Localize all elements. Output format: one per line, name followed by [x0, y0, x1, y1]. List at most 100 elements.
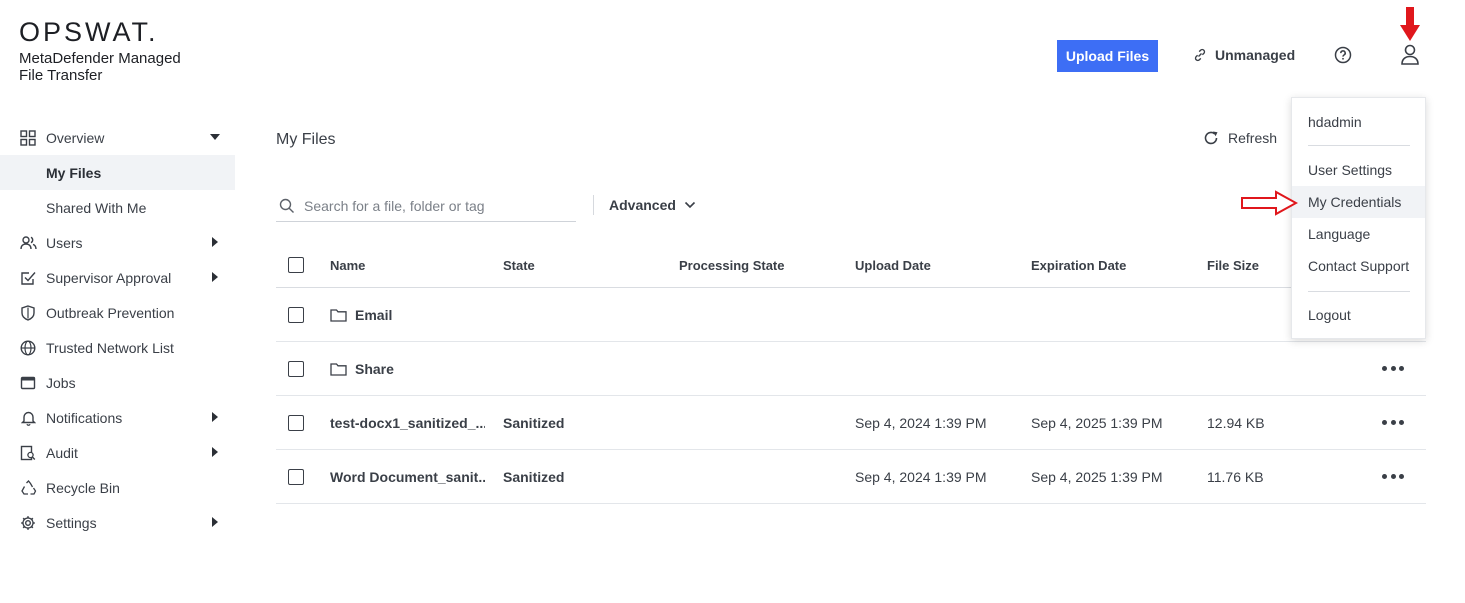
row-name-cell: Email [330, 288, 485, 341]
table-row[interactable]: test-docx1_sanitized_... Sanitized Sep 4… [276, 396, 1426, 450]
refresh-label: Refresh [1228, 130, 1278, 146]
annotation-arrow-down [1400, 7, 1420, 41]
grid-icon [19, 129, 37, 147]
menu-divider [1308, 291, 1410, 292]
brand: OPSWAT. MetaDefender Managed File Transf… [19, 18, 199, 84]
upload-files-button[interactable]: Upload Files [1057, 40, 1158, 72]
sidebar-item-label: My Files [46, 164, 102, 181]
row-file-size: 11.76 KB [1207, 468, 1264, 485]
sidebar-item-my-files[interactable]: My Files [0, 155, 235, 190]
sidebar-item-recycle-bin[interactable]: Recycle Bin [0, 470, 235, 505]
user-menu: hdadmin User Settings My Credentials Lan… [1291, 97, 1426, 339]
search-input[interactable] [304, 197, 564, 214]
user-icon[interactable] [1399, 43, 1421, 67]
sidebar-item-label: Audit [46, 444, 78, 461]
shield-icon [19, 304, 37, 322]
caret-right-icon [212, 272, 218, 282]
row-processing-state [679, 396, 849, 449]
menu-item-language[interactable]: Language [1292, 218, 1425, 250]
table-header: Name State Processing State Upload Date … [276, 243, 1426, 288]
row-checkbox[interactable] [288, 468, 304, 485]
row-actions-icon[interactable] [1382, 473, 1404, 480]
row-expiration-date: Sep 4, 2025 1:39 PM [1031, 468, 1163, 485]
globe-icon [19, 339, 37, 357]
gear-icon [19, 514, 37, 532]
help-circle-icon[interactable] [1334, 46, 1352, 64]
sidebar-item-users[interactable]: Users [0, 225, 235, 260]
checkbox-icon [19, 269, 37, 287]
sidebar-item-overview[interactable]: Overview [0, 120, 235, 155]
row-checkbox[interactable] [288, 360, 304, 377]
annotation-arrow-right [1241, 190, 1298, 216]
row-state: Sanitized [503, 468, 565, 485]
search-bar [276, 190, 576, 222]
folder-icon [330, 308, 347, 322]
column-header-name[interactable]: Name [330, 243, 485, 287]
sidebar-item-label: Users [46, 234, 83, 251]
chevron-down-icon [684, 201, 695, 209]
folder-icon [330, 362, 347, 376]
files-table: Name State Processing State Upload Date … [276, 243, 1426, 504]
column-header-file-size[interactable]: File Size [1207, 243, 1297, 287]
row-state: Sanitized [503, 414, 565, 431]
select-all-checkbox[interactable] [288, 257, 304, 273]
menu-item-logout[interactable]: Logout [1292, 299, 1425, 331]
sidebar-item-shared-with-me[interactable]: Shared With Me [0, 190, 235, 225]
column-header-processing-state[interactable]: Processing State [679, 243, 849, 287]
row-actions-icon[interactable] [1382, 365, 1404, 372]
menu-item-contact-support[interactable]: Contact Support [1292, 250, 1425, 282]
row-file-size: 12.94 KB [1207, 414, 1265, 431]
sidebar: Overview My Files Shared With Me Users S… [0, 120, 235, 540]
search-icon [279, 198, 294, 213]
caret-right-icon [212, 237, 218, 247]
advanced-label: Advanced [609, 197, 676, 213]
sidebar-item-trusted-network-list[interactable]: Trusted Network List [0, 330, 235, 365]
row-upload-date: Sep 4, 2024 1:39 PM [855, 468, 987, 485]
sidebar-item-jobs[interactable]: Jobs [0, 365, 235, 400]
sidebar-item-label: Trusted Network List [46, 339, 174, 356]
sidebar-item-label: Notifications [46, 409, 123, 426]
opswat-logo: OPSWAT. [19, 17, 159, 47]
menu-item-my-credentials[interactable]: My Credentials [1292, 186, 1425, 218]
sidebar-item-label: Settings [46, 514, 97, 531]
audit-icon [19, 444, 37, 462]
caret-down-icon [210, 134, 220, 140]
sidebar-item-outbreak-prevention[interactable]: Outbreak Prevention [0, 295, 235, 330]
row-name[interactable]: Share [355, 361, 394, 377]
column-header-expiration-date[interactable]: Expiration Date [1031, 243, 1201, 287]
menu-divider [1308, 145, 1410, 146]
caret-right-icon [212, 447, 218, 457]
search-divider [593, 195, 594, 215]
row-name[interactable]: test-docx1_sanitized_... [330, 396, 485, 449]
table-row[interactable]: Word Document_sanit... Sanitized Sep 4, … [276, 450, 1426, 504]
table-row[interactable]: Share [276, 342, 1426, 396]
row-expiration-date: Sep 4, 2025 1:39 PM [1031, 414, 1163, 431]
menu-item-user-settings[interactable]: User Settings [1292, 154, 1425, 186]
row-checkbox[interactable] [288, 414, 304, 431]
row-processing-state [679, 450, 849, 503]
row-name[interactable]: Email [355, 307, 392, 323]
sidebar-item-label: Recycle Bin [46, 479, 120, 496]
advanced-filter-button[interactable]: Advanced [609, 197, 696, 213]
link-icon [1194, 48, 1206, 62]
sidebar-item-label: Jobs [46, 374, 76, 391]
row-checkbox[interactable] [288, 306, 304, 323]
refresh-icon [1204, 131, 1218, 145]
row-name[interactable]: Word Document_sanit... [330, 450, 485, 503]
sidebar-item-settings[interactable]: Settings [0, 505, 235, 540]
users-icon [19, 234, 37, 252]
sidebar-item-label: Overview [46, 129, 105, 146]
sidebar-item-notifications[interactable]: Notifications [0, 400, 235, 435]
refresh-button[interactable]: Refresh [1203, 130, 1277, 146]
row-upload-date: Sep 4, 2024 1:39 PM [855, 414, 987, 431]
unmanaged-link[interactable]: Unmanaged [1193, 44, 1295, 66]
row-actions-icon[interactable] [1382, 419, 1404, 426]
column-header-upload-date[interactable]: Upload Date [855, 243, 1025, 287]
caret-right-icon [212, 517, 218, 527]
sidebar-item-supervisor-approval[interactable]: Supervisor Approval [0, 260, 235, 295]
menu-username: hdadmin [1308, 114, 1362, 130]
column-header-state[interactable]: State [503, 243, 673, 287]
sidebar-item-label: Outbreak Prevention [46, 304, 175, 321]
table-row[interactable]: Email [276, 288, 1426, 342]
sidebar-item-audit[interactable]: Audit [0, 435, 235, 470]
